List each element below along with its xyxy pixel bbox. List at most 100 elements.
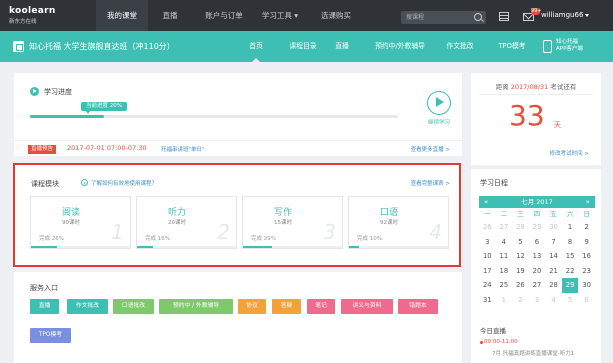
calendar-day[interactable]: 27	[529, 278, 546, 293]
calendar-day[interactable]: 1	[496, 293, 513, 308]
calendar-day[interactable]: 19	[512, 264, 529, 279]
live-time: 2017-07-01 07:00-07:30	[67, 144, 147, 152]
tab-essay-correction[interactable]: 作文批改	[442, 31, 478, 62]
service-button-mistakes[interactable]: 错题本	[398, 299, 438, 314]
calendar-next-button[interactable]: »	[586, 196, 590, 208]
calendar-day[interactable]: 15	[562, 249, 579, 264]
continue-play-icon[interactable]	[427, 91, 451, 115]
progress-bar	[30, 115, 398, 118]
service-button-tutoring[interactable]: 预约中 / 外教辅导	[159, 299, 233, 314]
calendar-day[interactable]: 2	[512, 293, 529, 308]
calendar-day[interactable]: 29	[529, 220, 546, 235]
calendar-day[interactable]: 2	[578, 220, 595, 235]
days-remaining: 33	[509, 99, 545, 132]
live-course-link[interactable]: 托福串讲班"单日"	[161, 145, 205, 153]
calendar-day[interactable]: 24	[479, 278, 496, 293]
tab-live[interactable]: 直播	[331, 31, 353, 62]
calendar-day[interactable]: 1	[562, 220, 579, 235]
topnav-item-my-classroom[interactable]: 我的课堂	[96, 0, 148, 31]
continue-study-button[interactable]: 继续学习	[424, 118, 454, 126]
highlight-box	[13, 163, 461, 267]
user-menu[interactable]: williamgu66	[541, 0, 590, 31]
calendar-day[interactable]: 31	[479, 293, 496, 308]
service-button-materials[interactable]: 讲义与资料	[341, 299, 393, 314]
event-dot-icon	[480, 341, 483, 344]
calendar-weekday: 四	[533, 210, 541, 218]
search-input[interactable]: 搜课程	[401, 11, 486, 24]
progress-bar-fill	[30, 115, 104, 118]
koolearn-logo[interactable]: koolearn 新东方在线	[9, 6, 63, 26]
today-live-title: 今日直播	[480, 327, 506, 335]
course-title[interactable]: 知心托福 大学生旗舰直达班（冲110分）	[29, 31, 175, 62]
countdown-header: 距离 2017/08/31 考试还有	[471, 81, 601, 91]
calendar-day[interactable]: 9	[578, 235, 595, 250]
calendar-weekday: 日	[583, 210, 590, 218]
service-button-notes[interactable]: 笔记	[307, 299, 335, 314]
tab-tpo-mock[interactable]: TPO模考	[494, 31, 530, 62]
countdown-prefix: 距离	[495, 83, 509, 91]
calendar-day[interactable]: 4	[545, 293, 562, 308]
calendar-day[interactable]: 26	[479, 220, 496, 235]
calendar-day[interactable]: 11	[496, 249, 513, 264]
top-navbar: koolearn 新东方在线 我的课堂 直播 账户与订单 学习工具 ▾ 选课购买…	[0, 0, 613, 31]
calendar-day[interactable]: 3	[529, 293, 546, 308]
calendar-day[interactable]: 20	[529, 264, 546, 279]
play-circle-icon	[30, 87, 39, 96]
calendar-day[interactable]: 26	[512, 278, 529, 293]
study-progress-panel: 学习进度 当前进度 20% 继续学习	[14, 73, 462, 140]
services-title: 服务入口	[30, 284, 58, 292]
service-button-agreement[interactable]: 协议	[238, 299, 266, 314]
service-button-live[interactable]: 直播	[30, 299, 59, 314]
calendar-day[interactable]: 27	[496, 220, 513, 235]
calendar-day[interactable]: 28	[512, 220, 529, 235]
calendar-day[interactable]: 17	[479, 264, 496, 279]
service-button-qa[interactable]: 答疑	[272, 299, 301, 314]
exam-countdown-panel: 距离 2017/08/31 考试还有 33 天 修改考试时间 >	[471, 73, 601, 165]
calendar-day[interactable]: 6	[578, 293, 595, 308]
calendar-day[interactable]: 16	[578, 249, 595, 264]
app-download-link[interactable]: 知心托福 APP客户端	[556, 39, 583, 53]
calendar-day[interactable]: 28	[545, 278, 562, 293]
calendar-day[interactable]: 3	[479, 235, 496, 250]
calendar-day[interactable]: 30	[578, 278, 595, 293]
calendar-day[interactable]: 10	[479, 249, 496, 264]
tab-course-catalog[interactable]: 课程目录	[281, 31, 325, 62]
calendar-day[interactable]: 8	[562, 235, 579, 250]
calendar-day[interactable]: 12	[512, 249, 529, 264]
calendar-day[interactable]: 6	[529, 235, 546, 250]
calendar-day[interactable]: 5	[562, 293, 579, 308]
calendar-day[interactable]: 18	[496, 264, 513, 279]
topnav-item-buy-courses[interactable]: 选课购买	[309, 0, 363, 31]
calendar-day[interactable]: 13	[529, 249, 546, 264]
calendar-day[interactable]: 21	[545, 264, 562, 279]
calendar-day[interactable]: 25	[496, 278, 513, 293]
service-button-tpo[interactable]: TPO模考	[30, 328, 71, 343]
edit-exam-time-link[interactable]: 修改考试时间 >	[550, 149, 589, 157]
calendar-day[interactable]: 5	[512, 235, 529, 250]
tab-tutoring[interactable]: 预约中/外教辅导	[369, 31, 431, 62]
calendar-month: 七月 2017	[521, 198, 553, 206]
calendar-day[interactable]: 14	[545, 249, 562, 264]
phone-icon[interactable]	[543, 40, 552, 53]
calendar-day-today[interactable]: 29	[561, 278, 579, 293]
calendar-weekday: 一	[484, 210, 491, 218]
search-icon[interactable]	[474, 13, 482, 21]
tab-home[interactable]: 首页	[242, 31, 270, 62]
divider	[479, 94, 593, 95]
calendar-day[interactable]: 7	[545, 235, 562, 250]
topnav-item-account-orders[interactable]: 账户与订单	[193, 0, 255, 31]
more-live-link[interactable]: 查看更多直播 >	[411, 145, 450, 153]
brand-name: koolearn	[9, 6, 56, 16]
calendar-grid-icon[interactable]	[499, 12, 509, 21]
service-button-essay[interactable]: 作文批改	[67, 299, 108, 314]
topnav-item-live[interactable]: 直播	[150, 0, 190, 31]
event-description[interactable]: 7月 托福真题讲练直播课堂-听力1	[492, 349, 574, 357]
live-badge: 直播预告	[28, 145, 57, 154]
calendar-day[interactable]: 22	[562, 264, 579, 279]
calendar-day[interactable]: 4	[496, 235, 513, 250]
exam-date: 2017/08/31	[510, 83, 549, 91]
calendar-day[interactable]: 30	[545, 220, 562, 235]
service-button-speaking[interactable]: 口语批改	[113, 299, 154, 314]
calendar-day[interactable]: 23	[578, 264, 595, 279]
topnav-item-study-tools[interactable]: 学习工具 ▾	[256, 0, 304, 31]
